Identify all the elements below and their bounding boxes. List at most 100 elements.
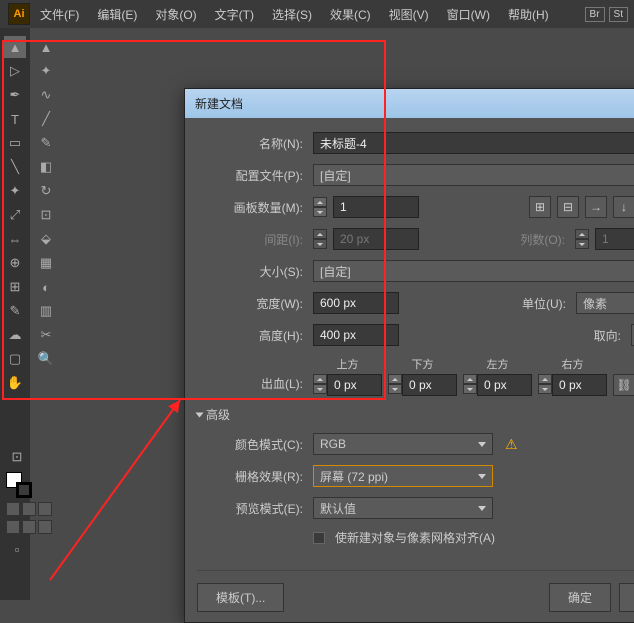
bleed-left-input[interactable] [477,374,532,396]
artboards-input[interactable] [333,196,419,218]
menu-file[interactable]: 文件(F) [32,2,87,27]
menu-window[interactable]: 窗口(W) [439,2,498,27]
profile-dropdown[interactable]: [自定] [313,164,634,186]
name-input[interactable] [313,132,634,154]
arrange-row-icon[interactable]: → [585,196,607,218]
pen-tool-icon[interactable]: ✒ [4,84,26,106]
triangle-down-icon [196,412,204,417]
bleed-right-input[interactable] [552,374,607,396]
arrange-col-icon[interactable]: ↓ [613,196,634,218]
fill-stroke-icon[interactable] [6,472,32,498]
workspace: ▲ ▷ ✒ T ▭ ╲ ✦ ⤢ ⇔ ⊕ ⊞ ✎ ☁ ▢ ✋ ▲ ✦ ∿ ╱ ✎ … [0,28,634,600]
menu-object[interactable]: 对象(O) [147,2,204,27]
colormode-dropdown[interactable]: RGB [313,433,493,455]
orientation-label: 取向: [594,327,625,344]
badge-stock[interactable]: St [609,7,628,22]
blend-tool-icon[interactable]: ◐ [35,276,57,298]
menu-type[interactable]: 文字(T) [207,2,262,27]
color-mode-icon[interactable] [6,502,20,516]
spacing-input [333,228,419,250]
artboards-label: 画板数量(M): [197,199,307,216]
preview-dropdown[interactable]: 默认值 [313,497,493,519]
gradient-mode-icon[interactable] [22,502,36,516]
units-dropdown[interactable]: 像素 [576,292,634,314]
type-tool-icon[interactable]: T [4,108,26,130]
bleed-right-stepper[interactable] [538,374,552,396]
zoom-tool-icon[interactable]: 🔍 [35,348,57,370]
bleed-top-stepper[interactable] [313,374,327,396]
free-transform-tool-icon[interactable]: ⊡ [35,204,57,226]
curvature-tool-icon[interactable]: ∿ [35,84,57,106]
raster-dropdown[interactable]: 屏幕 (72 ppi) [313,465,493,487]
width-input[interactable] [313,292,399,314]
eraser-tool-icon[interactable]: ◧ [35,156,57,178]
cancel-button[interactable]: 取消 [619,583,634,612]
line-tool-icon[interactable]: ╱ [35,108,57,130]
arrange-grid-col-icon[interactable]: ⊟ [557,196,579,218]
height-input[interactable] [313,324,399,346]
draw-mode-icon[interactable] [6,520,20,534]
new-document-dialog: 新建文档 名称(N): 配置文件(P): [自定] 画板数量(M): ⊞ ⊟ [184,88,634,623]
bleed-top-input[interactable] [327,374,382,396]
align-pixel-label: 使新建对象与像素网格对齐(A) [335,529,495,546]
bleed-bottom-stepper[interactable] [388,374,402,396]
artboards-stepper[interactable] [313,197,327,217]
size-dropdown[interactable]: [自定] [313,260,634,282]
column-graph-tool-icon[interactable]: ▥ [35,300,57,322]
hand-tool-icon[interactable]: ✋ [4,372,26,394]
rotate-tool-icon[interactable]: ↻ [35,180,57,202]
arrange-grid-row-icon[interactable]: ⊞ [529,196,551,218]
units-label: 单位(U): [522,295,570,312]
shaper-tool-icon[interactable]: ✦ [4,180,26,202]
slice-tool-icon[interactable]: ✂ [35,324,57,346]
badge-bridge[interactable]: Br [585,7,605,22]
selection-tool-icon[interactable]: ▲ [4,36,26,58]
size-label: 大小(S): [197,263,307,280]
draw-inside-icon[interactable] [38,520,52,534]
bleed-bottom-input[interactable] [402,374,457,396]
dialog-title: 新建文档 [185,89,634,118]
cols-label: 列数(O): [520,231,569,248]
warning-icon: ⚠ [505,436,518,453]
advanced-section-toggle[interactable]: 高级 [197,406,634,423]
template-button[interactable]: 模板(T)... [197,583,284,612]
eyedropper-tool-icon[interactable]: ✎ [4,300,26,322]
artboard-tool-icon[interactable]: ▢ [4,348,26,370]
scale-tool-icon[interactable]: ⤢ [4,204,26,226]
mesh-tool-icon[interactable]: ⊞ [4,276,26,298]
shape-builder-tool-icon[interactable]: ⊕ [4,252,26,274]
menu-effect[interactable]: 效果(C) [322,2,379,27]
selection-tool-alt-icon[interactable]: ▲ [35,36,57,58]
menu-edit[interactable]: 编辑(E) [89,2,145,27]
perspective-tool-icon[interactable]: ⬙ [35,228,57,250]
screen-mode-icon[interactable]: ▫ [6,538,28,560]
rectangle-tool-icon[interactable]: ▭ [4,132,26,154]
menu-help[interactable]: 帮助(H) [500,2,557,27]
link-bleed-icon[interactable]: ⛓ [613,374,634,396]
raster-label: 栅格效果(R): [197,468,307,485]
bottom-tool-group: ⊡ ▫ [6,446,52,560]
align-pixel-checkbox[interactable] [313,532,325,544]
paintbrush-tool-icon[interactable]: ✎ [35,132,57,154]
width-tool-icon[interactable]: ⇔ [4,228,26,250]
spacing-label: 间距(I): [197,231,307,248]
menubar: Ai 文件(F) 编辑(E) 对象(O) 文字(T) 选择(S) 效果(C) 视… [0,0,634,28]
symbol-tool-icon[interactable]: ☁ [4,324,26,346]
toggle-icon[interactable]: ⊡ [6,446,28,468]
cols-stepper [575,229,589,249]
draw-behind-icon[interactable] [22,520,36,534]
magic-wand-tool-icon[interactable]: ✦ [35,60,57,82]
gradient-tool-icon[interactable]: ▦ [35,252,57,274]
bleed-top-label: 上方 [337,356,359,372]
menu-view[interactable]: 视图(V) [381,2,437,27]
app-logo: Ai [8,3,30,25]
bleed-left-label: 左方 [487,356,509,372]
direct-selection-tool-icon[interactable]: ▷ [4,60,26,82]
brush-tool-icon[interactable]: ╲ [4,156,26,178]
bleed-left-stepper[interactable] [463,374,477,396]
none-mode-icon[interactable] [38,502,52,516]
spacing-stepper [313,229,327,249]
menu-select[interactable]: 选择(S) [264,2,320,27]
ok-button[interactable]: 确定 [549,583,611,612]
profile-label: 配置文件(P): [197,167,307,184]
